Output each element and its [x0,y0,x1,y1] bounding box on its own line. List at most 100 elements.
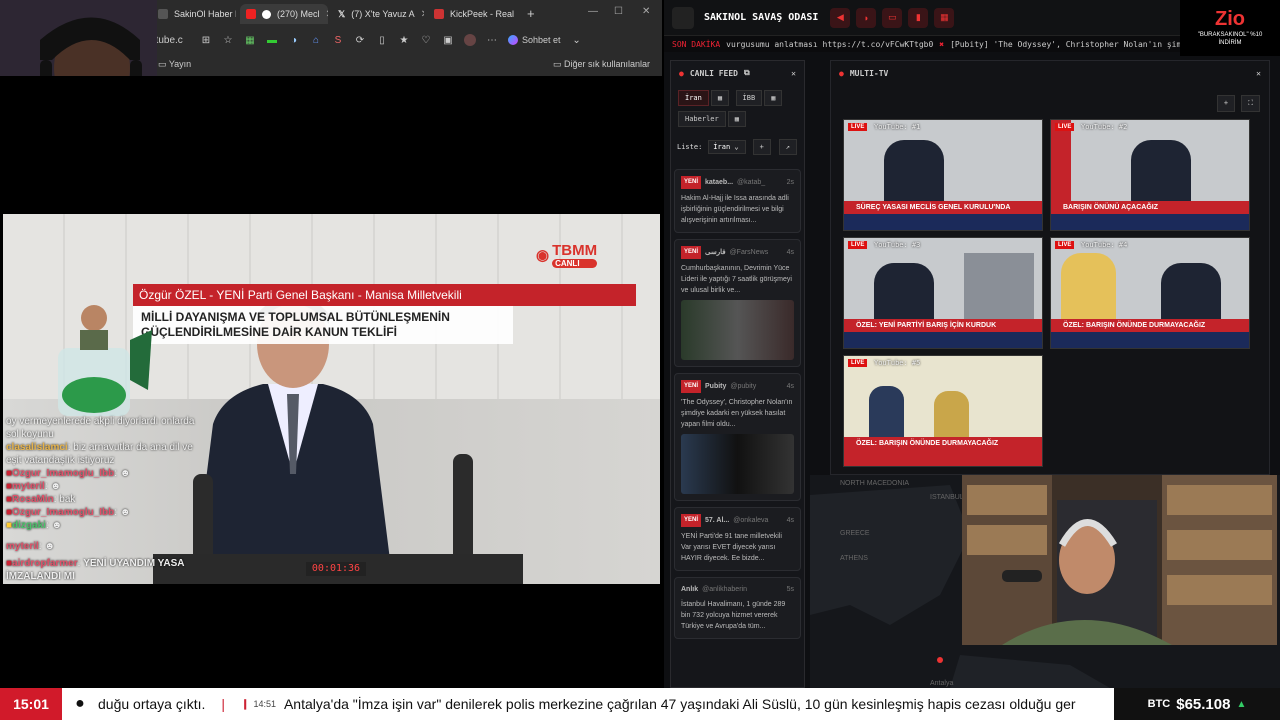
chat-message: ■dizgaki: ☻ [6,520,63,531]
dashboard-logo-icon [672,6,694,29]
emote-icon: ☻ [44,541,55,552]
host-scene [962,475,1277,645]
tile-label: YouTube: #3 [874,241,921,249]
card-source: Anlık [681,586,699,593]
map-label: Antalya [930,680,953,687]
message-text: oy vermeyenlerede akpli diyorlardı onlar… [6,416,195,440]
tv-tile[interactable]: LIVE YouTube: #2 BARIŞIN ÖNÜNÜ AÇACAĞIZ [1050,119,1250,231]
maximize-button[interactable]: ☐ [614,6,623,17]
grid-button[interactable]: ▦ [934,7,955,28]
filter-chip-haberler[interactable]: Haberler [678,111,726,127]
extension-icon[interactable]: ▬ [266,34,278,46]
split-screen-icon[interactable]: ▯ [376,34,388,46]
alert-button[interactable]: ◀ [830,7,851,28]
emote-icon: ☻ [119,507,131,518]
feed-card[interactable]: YENİ فارسی @FarsNews 4s Cumhurbaşkanının, D… [674,239,801,367]
feed-card[interactable]: YENİ 57. Al... @onkaleva 4s YENİ Parti'de 9… [674,507,801,571]
expand-button[interactable]: ↗ [778,139,797,155]
fullscreen-button[interactable]: ⛶ [1241,95,1260,112]
refresh-icon[interactable]: ⟳ [354,34,366,46]
card-image[interactable] [681,300,794,360]
tile-strip [844,214,1042,230]
popout-icon[interactable]: ⧉ [744,68,750,78]
bookmark-label: Diğer sık kullanılanlar [563,58,650,69]
copilot-button[interactable]: Sohbet et [508,35,561,45]
filter-chip-iran[interactable]: İran [678,90,709,106]
filter-chip-ibb[interactable]: İBB [735,90,763,106]
tab-youtube[interactable]: (270) Mecl ✕ [240,4,328,24]
tbmm-logo: ◉ TBMM CANLI [536,242,598,268]
map-label: GREECE [840,530,870,537]
chevron-down-icon[interactable]: ⌄ [571,34,583,46]
username: RosaMin [12,494,54,505]
tv-tile[interactable]: LIVE YouTube: #1 SÜREÇ YASASI MECLİS GENE… [843,119,1043,231]
streamer-webcam-host [962,475,1277,645]
list-select[interactable]: İran ⌄ [708,140,746,154]
star-icon[interactable]: ☆ [222,34,234,46]
screenshot-icon[interactable]: ▣ [442,34,454,46]
feed-card[interactable]: YENİ Pubity @pubity 4s 'The Odyssey', Chris… [674,373,801,501]
rss-button[interactable]: ◗ [856,7,877,28]
card-handle: @FarsNews [729,249,769,256]
minimize-button[interactable]: — [588,6,598,17]
bookmark-label: Yayın [168,58,192,69]
speaker-figure [1131,140,1191,210]
card-source: 57. Al... [705,517,730,524]
favorites-icon[interactable]: ★ [398,34,410,46]
bookmark-yayin[interactable]: ▭ Yayın [158,59,191,70]
card-time: 4s [786,249,794,256]
new-badge: YENİ [681,380,702,393]
card-text: YENİ Parti'de 91 tane milletvekili Var y… [681,533,782,562]
bookmarks-bar: ▭ Yayın ▭ Diğer sık kullanılanlar [150,56,662,72]
close-icon[interactable]: ✕ [421,9,424,20]
more-icon[interactable]: ⋯ [486,34,498,46]
chat-message: ■Ozgur_Imamoglu_Ibb: ☻ [6,507,131,518]
inset-image [964,253,1034,323]
card-image[interactable] [681,434,794,494]
tv-tile[interactable]: LIVE YouTube: #4 ÖZEL: BARIŞIN ÖNÜNDE DUR… [1050,237,1250,349]
tab-label: SakinOl Haber N [174,9,236,19]
extension-icon[interactable]: S [332,34,344,46]
add-button[interactable]: + [1216,95,1236,112]
bookmark-other[interactable]: ▭ Diğer sık kullanılanlar [553,59,650,70]
btc-price: BTC $65.108 ▲ [1114,688,1280,720]
tv-button[interactable]: ▭ [882,7,903,28]
map-label: NORTH MACEDONIA [840,480,909,487]
tab-x[interactable]: 𝕏 (7) X'te Yavuz A ✕ [332,4,424,24]
multitv-header: ● MULTI-TV ✕ [831,61,1269,85]
filter-settings-icon[interactable]: ▦ [727,111,746,127]
collections-icon[interactable]: ♡ [420,34,432,46]
chat-message: myteril: ☻ [6,541,55,552]
card-text: İstanbul Havalimanı, 1 günde 289 bin 732… [681,601,786,630]
card-source: فارسی [705,249,726,256]
filter-settings-icon[interactable]: ▦ [710,90,730,106]
close-icon[interactable]: ✕ [791,69,796,78]
filter-settings-icon[interactable]: ▦ [764,90,783,106]
live-badge: LIVE [1055,241,1075,249]
feed-card[interactable]: Anlık @anlikhaberin 5s İstanbul Havalimanı… [674,577,801,639]
chat-message: ■airdropfarmer: YENİ UYANDIM YASA İMZALA… [6,558,185,582]
extension-icon[interactable]: ▦ [244,34,256,46]
close-icon[interactable]: ✕ [1256,69,1261,78]
time-marker: ❙ [241,698,250,710]
close-icon[interactable]: ✕ [326,9,328,20]
new-tab-button[interactable]: + [527,6,535,21]
tab-sakinol[interactable]: SakinOl Haber N ✕ [152,4,236,24]
btc-label: BTC [1147,698,1171,710]
window-close-button[interactable]: ✕ [642,6,650,17]
live-badge: LIVE [848,359,868,367]
avatar[interactable] [464,34,476,46]
card-time: 4s [786,517,794,524]
address-bar[interactable]: utube.c ⊞ ☆ ▦ ▬ ◑ ⌂ S ⟳ ▯ ★ ♡ ▣ ⋯ Sohbet… [150,30,662,50]
extension-icon[interactable]: ⌂ [310,34,322,46]
tv-tile[interactable]: LIVE YouTube: #3 ÖZEL: YENİ PARTİYİ BARIŞ… [843,237,1043,349]
extension-icon[interactable]: ◑ [288,34,300,46]
chart-button[interactable]: ▮ [908,7,929,28]
tab-groups-icon[interactable]: ⊞ [200,34,212,46]
feed-card[interactable]: YENİ kataeb... @katab_ 2s Hakim Al-Hajj ile… [674,169,801,233]
tab-kickpeek[interactable]: KickPeek - Real ✕ [428,4,520,24]
tile-strip [844,450,1042,466]
tile-label: YouTube: #4 [1081,241,1128,249]
tv-tile[interactable]: LIVE YouTube: #5 ÖZEL: BARIŞIN ÖNÜNDE DUR… [843,355,1043,467]
add-button[interactable]: + [752,139,771,155]
